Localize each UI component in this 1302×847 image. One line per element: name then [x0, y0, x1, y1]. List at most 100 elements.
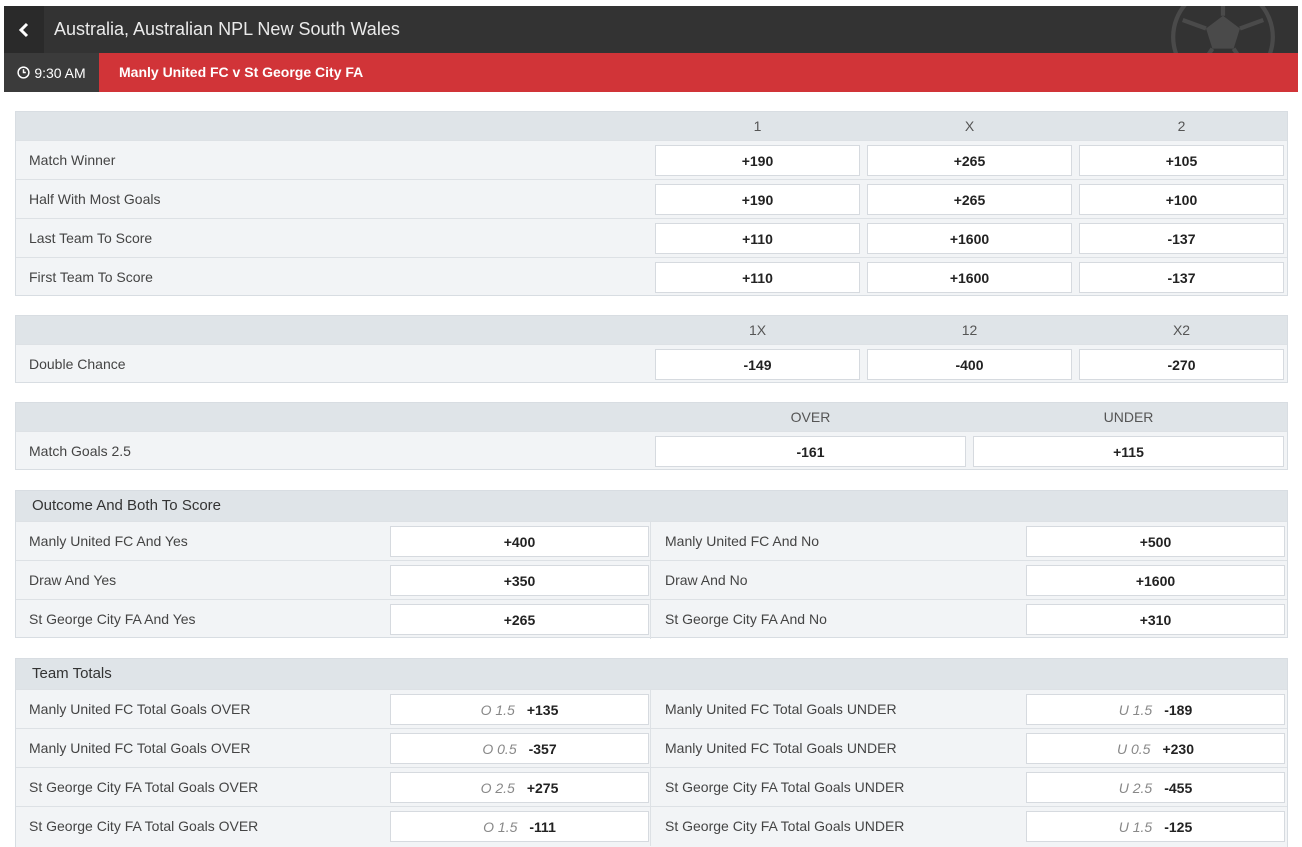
market-row: Manly United FC And Yes +400 Manly Unite… [16, 521, 1287, 561]
market-title: Team Totals [32, 665, 112, 682]
odds-button[interactable]: -137 [1079, 262, 1284, 293]
column-divider [650, 600, 651, 639]
line-value: O 1.5 [483, 818, 518, 835]
column-divider [650, 561, 651, 600]
odds-button[interactable]: -400 [867, 349, 1072, 380]
column-label-2: 2 [1177, 118, 1186, 134]
odds-button[interactable]: +1600 [867, 262, 1072, 293]
row-label: Last Team To Score [29, 230, 153, 246]
row-label: St George City FA Total Goals OVER [29, 818, 259, 834]
row-label: St George City FA Total Goals OVER [29, 779, 259, 795]
odds-button[interactable]: U 0.5 +230 [1026, 733, 1285, 764]
market-header: Outcome And Both To Score [16, 491, 1287, 521]
odds-button[interactable]: O 0.5 -357 [390, 733, 649, 764]
odds-button[interactable]: +310 [1026, 604, 1285, 635]
row-label: Match Winner [29, 152, 116, 168]
match-bar: 9:30 AM Manly United FC v St George City… [4, 53, 1298, 92]
odds-value: -111 [529, 818, 556, 835]
odds-button[interactable]: +110 [655, 262, 860, 293]
line-value: O 2.5 [480, 779, 515, 796]
odds-button[interactable]: U 2.5 -455 [1026, 772, 1285, 803]
market-row-half-most-goals: Half With Most Goals +190 +265 +100 [16, 179, 1287, 218]
market-row: Manly United FC Total Goals OVER O 0.5 -3… [16, 728, 1287, 768]
odds-button[interactable]: U 1.5 -125 [1026, 811, 1285, 842]
column-divider [650, 690, 651, 729]
odds-value: -125 [1164, 818, 1193, 835]
row-label: Manly United FC And No [665, 533, 820, 549]
market-row: Draw And Yes +350 Draw And No +1600 [16, 560, 1287, 600]
row-label: St George City FA Total Goals UNDER [665, 779, 905, 795]
market-row: St George City FA And Yes +265 St George… [16, 599, 1287, 639]
row-label: Match Goals 2.5 [29, 443, 131, 459]
market-row-first-team-score: First Team To Score +110 +1600 -137 [16, 257, 1287, 296]
row-label: Draw And No [665, 572, 748, 588]
column-label-1: 1 [753, 118, 762, 134]
market-row-double-chance: Double Chance -149 -400 -270 [16, 344, 1287, 383]
match-time: 9:30 AM [34, 64, 86, 81]
odds-value: -455 [1164, 779, 1193, 796]
odds-button[interactable]: +190 [655, 145, 860, 176]
column-divider [650, 729, 651, 768]
row-label: Manly United FC Total Goals OVER [29, 701, 251, 717]
market-header: 1 X 2 [16, 112, 1287, 140]
soccer-ball-icon [1171, 6, 1275, 53]
column-label-under: UNDER [1103, 409, 1154, 425]
column-divider [650, 768, 651, 807]
row-label: St George City FA And No [665, 611, 827, 627]
odds-button[interactable]: O 1.5 -111 [390, 811, 649, 842]
markets-content: 1 X 2 Match Winner +190 +265 +105 Half W… [4, 92, 1298, 847]
market-row: St George City FA Total Goals OVER O 2.5… [16, 767, 1287, 807]
event-page: Australia, Australian NPL New South Wale… [4, 6, 1298, 847]
odds-button[interactable]: -149 [655, 349, 860, 380]
market-header: 1X 12 X2 [16, 316, 1287, 344]
odds-button[interactable]: U 1.5 -189 [1026, 694, 1285, 725]
row-label: St George City FA And Yes [29, 611, 196, 627]
odds-button[interactable]: +115 [973, 436, 1284, 467]
market-double-chance: 1X 12 X2 Double Chance -149 -400 -270 [15, 315, 1288, 383]
line-value: U 2.5 [1118, 779, 1153, 796]
market-row: St George City FA Total Goals OVER O 1.5… [16, 806, 1287, 846]
odds-value: -357 [528, 740, 557, 757]
odds-button[interactable]: -270 [1079, 349, 1284, 380]
column-label-x2: X2 [1172, 322, 1191, 338]
market-match-goals: OVER UNDER Match Goals 2.5 -161 +115 [15, 402, 1288, 470]
odds-button[interactable]: +400 [390, 526, 649, 557]
column-label-x: X [964, 118, 975, 134]
market-header: OVER UNDER [16, 403, 1287, 431]
market-three-way: 1 X 2 Match Winner +190 +265 +105 Half W… [15, 111, 1288, 296]
row-label: St George City FA Total Goals UNDER [665, 818, 905, 834]
odds-button[interactable]: +265 [390, 604, 649, 635]
odds-button[interactable]: +105 [1079, 145, 1284, 176]
odds-value: +135 [526, 701, 559, 718]
column-divider [650, 522, 651, 561]
odds-button[interactable]: -137 [1079, 223, 1284, 254]
league-header: Australia, Australian NPL New South Wale… [4, 6, 1298, 53]
line-value: O 1.5 [480, 701, 515, 718]
match-time-box: 9:30 AM [4, 53, 99, 92]
market-row-match-goals: Match Goals 2.5 -161 +115 [16, 431, 1287, 470]
column-label-1x: 1X [748, 322, 767, 338]
odds-button[interactable]: O 2.5 +275 [390, 772, 649, 803]
odds-button[interactable]: +265 [867, 184, 1072, 215]
back-button[interactable] [4, 6, 44, 53]
odds-button[interactable]: +190 [655, 184, 860, 215]
clock-icon [17, 66, 30, 79]
odds-button[interactable]: O 1.5 +135 [390, 694, 649, 725]
odds-button[interactable]: +350 [390, 565, 649, 596]
line-value: U 1.5 [1118, 818, 1153, 835]
column-divider [650, 807, 651, 846]
row-label: Half With Most Goals [29, 191, 161, 207]
odds-button[interactable]: +100 [1079, 184, 1284, 215]
odds-button[interactable]: +265 [867, 145, 1072, 176]
chevron-left-icon [18, 22, 29, 37]
market-row-last-team-score: Last Team To Score +110 +1600 -137 [16, 218, 1287, 257]
column-label-12: 12 [961, 322, 978, 338]
odds-button[interactable]: +110 [655, 223, 860, 254]
market-title: Outcome And Both To Score [32, 497, 222, 514]
odds-button[interactable]: +1600 [867, 223, 1072, 254]
odds-button[interactable]: +1600 [1026, 565, 1285, 596]
odds-button[interactable]: -161 [655, 436, 966, 467]
odds-button[interactable]: +500 [1026, 526, 1285, 557]
market-row-match-winner: Match Winner +190 +265 +105 [16, 140, 1287, 179]
row-label: Manly United FC Total Goals UNDER [665, 740, 897, 756]
